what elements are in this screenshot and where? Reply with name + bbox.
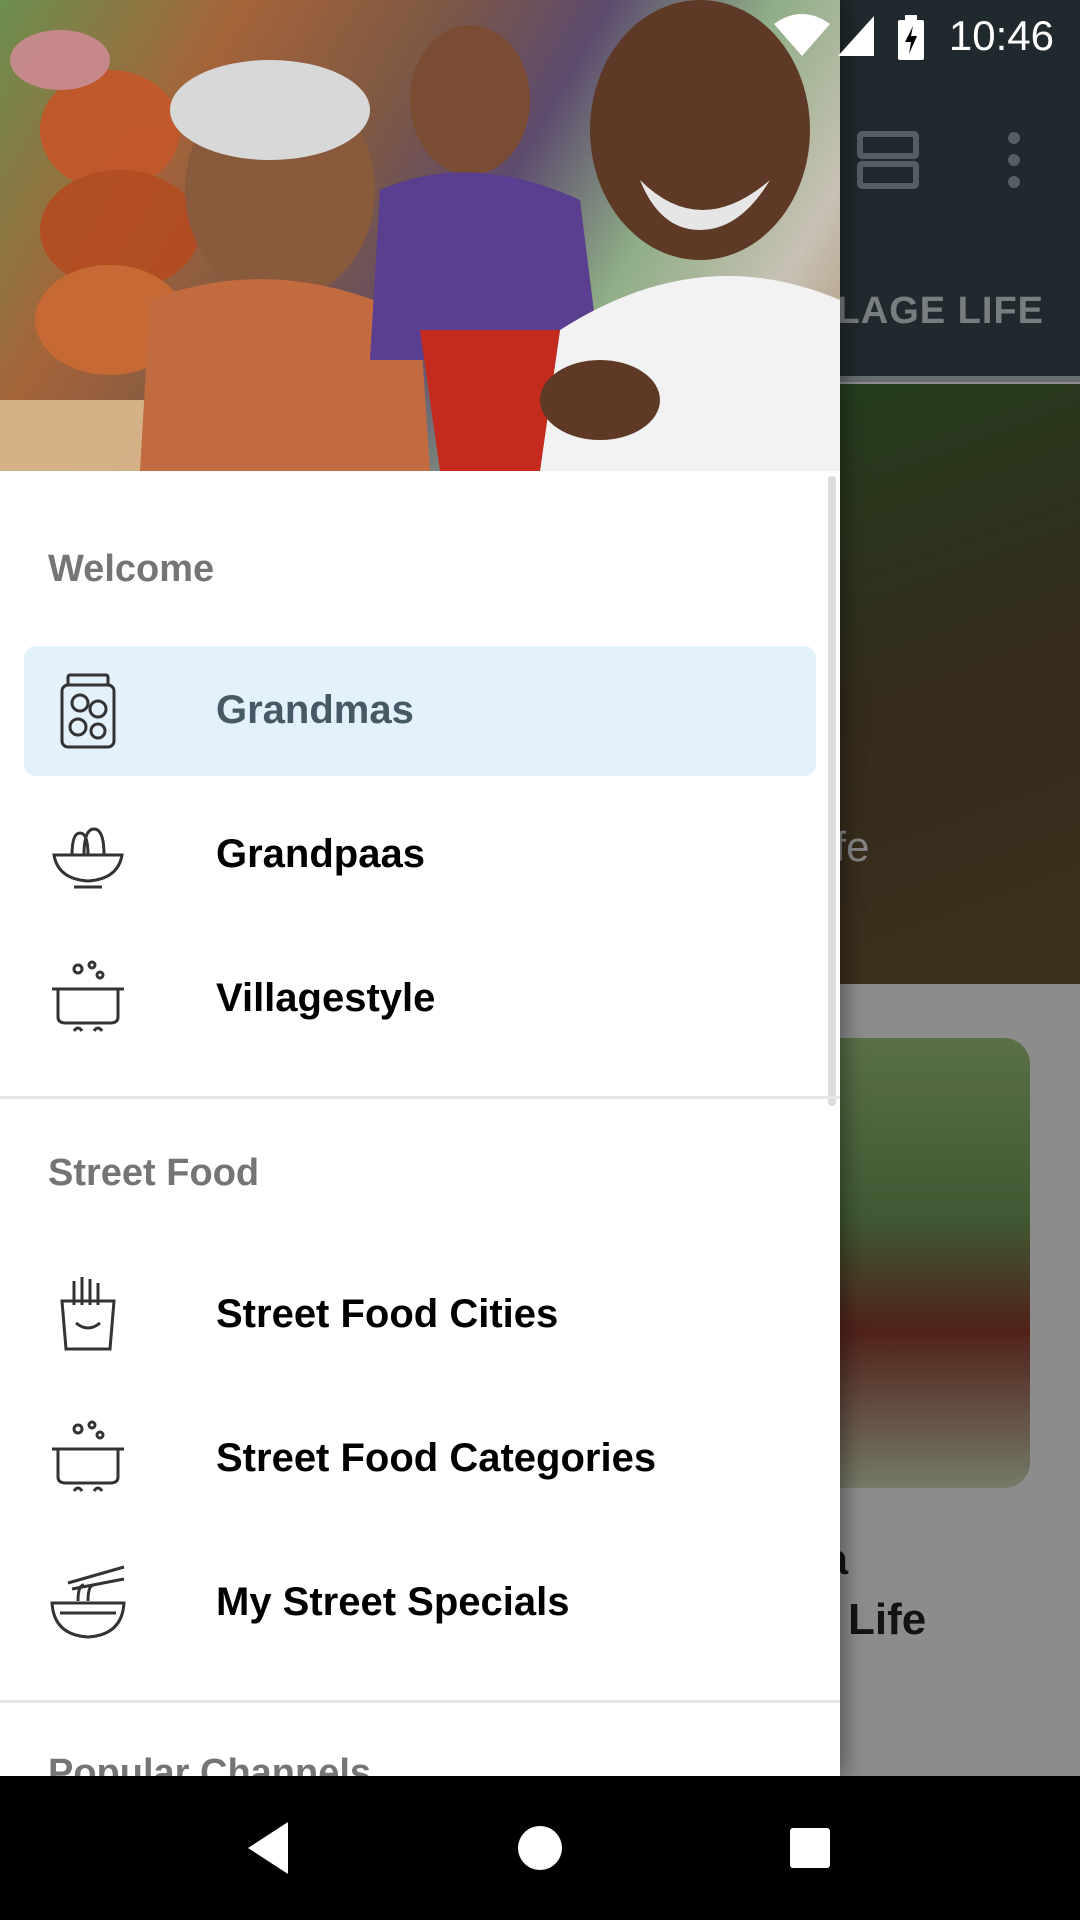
navigation-drawer: Welcome Grandmas Grandpaas Villagestyle … — [0, 0, 840, 1776]
status-time: 10:46 — [948, 12, 1054, 59]
home-icon[interactable] — [508, 1816, 572, 1880]
battery-charging-icon — [898, 15, 924, 60]
menu-item-label: Grandpaas — [216, 832, 425, 876]
cell-signal-icon — [838, 16, 874, 56]
noodle-bowl-icon — [52, 827, 124, 889]
back-icon[interactable] — [236, 1816, 300, 1880]
menu-item-grandmas[interactable]: Grandmas — [24, 646, 816, 776]
section-title-welcome: Welcome — [48, 548, 215, 590]
menu-item-grandpaas[interactable]: Grandpaas — [24, 790, 816, 920]
menu-item-label: Street Food Cities — [216, 1292, 559, 1336]
menu-item-label: Grandmas — [216, 688, 414, 732]
section-divider — [0, 1096, 840, 1099]
drawer-scrollbar[interactable] — [828, 476, 836, 1106]
menu-item-street-food-categories[interactable]: Street Food Categories — [24, 1394, 816, 1524]
french-fries-icon — [60, 1277, 116, 1351]
menu-item-label: Villagestyle — [216, 976, 436, 1020]
recents-icon[interactable] — [778, 1816, 842, 1880]
section-title-popular-channels: Popular Channels — [48, 1752, 372, 1776]
section-divider — [0, 1700, 840, 1703]
system-nav-bar — [0, 1776, 1080, 1920]
status-bar: 10:46 — [0, 0, 1080, 72]
pickle-jar-icon — [60, 673, 116, 749]
menu-item-street-food-cities[interactable]: Street Food Cities — [24, 1250, 816, 1380]
menu-item-villagestyle[interactable]: Villagestyle — [24, 934, 816, 1064]
cooking-pot-icon — [52, 1420, 124, 1492]
wifi-icon — [774, 14, 830, 56]
menu-item-label: Street Food Categories — [216, 1436, 657, 1480]
menu-item-my-street-specials[interactable]: My Street Specials — [24, 1538, 816, 1668]
section-title-street-food: Street Food — [48, 1152, 260, 1194]
cooking-pot-icon — [52, 960, 124, 1032]
ramen-bowl-icon — [50, 1565, 126, 1639]
menu-item-label: My Street Specials — [216, 1580, 570, 1624]
